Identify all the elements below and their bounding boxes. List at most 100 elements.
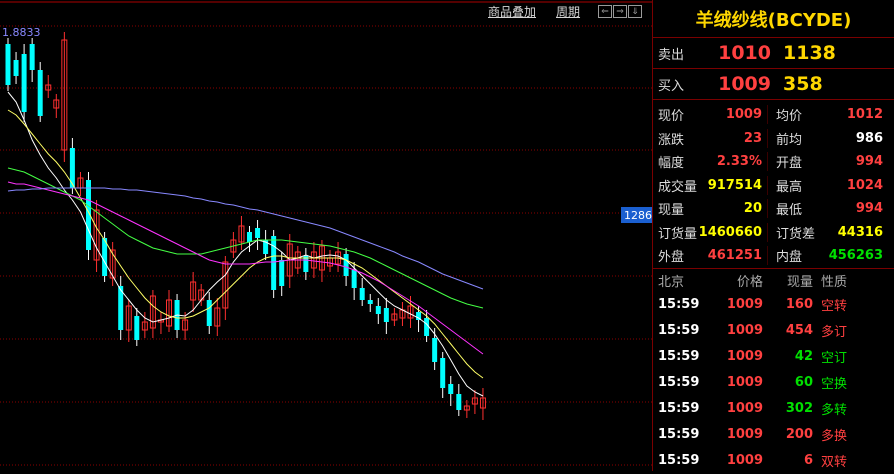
stat-label: 涨跌 [658,132,685,148]
ticks-header-time: 北京 [658,274,685,290]
tick-nature: 双转 [821,455,848,470]
stat-value: 44316 [837,224,883,240]
tick-nature: 多订 [821,325,848,340]
stat-cell: 外盘 461251 [653,246,768,266]
candle-body [247,232,252,242]
candle-body [271,236,277,290]
ticks-list: 15:59 1009 160 空转 15:59 1009 454 多订 15:59 1009 42 空… [653,292,894,474]
stat-label: 内盘 [776,250,803,266]
stat-label: 现量 [658,203,685,219]
sell-row: 卖出 1010 1138 [653,38,894,69]
stat-cell: 内盘 456263 [768,246,888,265]
candle-body [448,384,454,394]
stats-row: 现量 20 最低 994 [653,197,894,221]
stats-row: 订货量 1460660 订货差 44316 [653,221,894,245]
stat-cell: 成交量 917514 [653,175,768,195]
stats-row: 现价 1009 均价 1012 [653,103,894,127]
contract-title: 羊绒纱线(BCYDE) [653,0,894,38]
candle-body [351,270,357,288]
candle-body [134,316,140,340]
candle-body [255,228,261,238]
tick-row: 15:59 1009 454 多订 [653,318,894,344]
tick-row: 15:59 1009 42 空订 [653,344,894,370]
tick-price: 1009 [726,349,763,364]
stat-value: 2.33% [716,154,762,170]
tick-time: 15:59 [658,401,700,416]
candle-body [367,300,373,304]
tick-price: 1009 [726,297,763,312]
tick-price: 1009 [726,453,763,468]
buy-label: 买入 [658,78,685,94]
stat-value: 456263 [828,248,883,264]
candle-body [37,70,43,116]
ticks-header-price: 价格 [736,274,763,290]
stat-label: 幅度 [658,156,685,172]
candlestick-chart[interactable]: 1.8833 1286 [0,0,652,471]
tick-nature: 多换 [821,429,848,444]
stat-cell: 均价 1012 [768,105,888,124]
buy-volume: 358 [783,73,823,95]
stat-value: 20 [743,201,762,217]
candle-body [375,306,381,314]
nav-down-icon[interactable]: ⇓ [628,4,643,18]
moving-average-line [7,187,484,290]
moving-average-line [7,91,484,397]
tick-price: 1009 [726,401,763,416]
stat-value: 1460660 [698,224,762,240]
candle-body [13,60,19,76]
stat-cell: 前均 986 [768,129,888,148]
nav-buttons: ⇐ ⇒ ⇓ [598,4,643,18]
stat-cell: 订货差 44316 [768,223,888,242]
candle-body [424,318,430,336]
candle-body [440,358,446,388]
stat-value: 994 [855,201,883,217]
top-value-label: 1.8833 [2,26,41,39]
stat-cell: 最低 994 [768,199,888,218]
stats-table: 现价 1009 均价 1012 涨跌 23 前均 986 幅度 2.33% 开盘 994 成交量 9175… [653,100,894,269]
stat-value: 917514 [707,177,762,193]
tick-time: 15:59 [658,375,700,390]
stats-row: 涨跌 23 前均 986 [653,127,894,151]
tick-volume: 160 [785,297,813,312]
stat-cell: 涨跌 23 [653,128,768,148]
candle-body [5,44,11,85]
tick-row: 15:59 1009 302 多转 [653,396,894,422]
nav-right-icon[interactable]: ⇒ [613,4,628,18]
candle-body [383,308,389,322]
period-link[interactable]: 周期 [556,3,580,20]
nav-left-icon[interactable]: ⇐ [598,4,613,18]
ticks-header-nature: 性质 [821,274,848,290]
stat-label: 最高 [776,179,803,195]
sell-label: 卖出 [658,47,685,63]
stat-label: 最低 [776,203,803,219]
stat-value: 986 [855,130,883,146]
stats-row: 外盘 461251 内盘 456263 [653,244,894,268]
tick-nature: 多转 [821,403,848,418]
stat-value: 461251 [707,248,762,264]
stat-label: 前均 [776,132,803,148]
stat-value: 994 [855,154,883,170]
tick-row: 15:59 1009 200 多换 [653,422,894,448]
right-value-label: 1286 [624,209,652,222]
chart-canvas[interactable]: 1.8833 1286 [0,0,652,471]
tick-volume: 454 [785,323,813,338]
overlay-commodity-link[interactable]: 商品叠加 [488,3,536,20]
quote-panel: 羊绒纱线(BCYDE) 卖出 1010 1138 买入 1009 358 现价 1… [652,0,894,471]
tick-volume: 200 [785,427,813,442]
candle-body [359,288,365,300]
tick-price: 1009 [726,427,763,442]
candle-body [279,260,285,286]
stat-cell: 最高 1024 [768,176,888,195]
tick-nature: 空转 [821,299,848,314]
stat-cell: 现量 20 [653,199,768,219]
tick-time: 15:59 [658,297,700,312]
ticks-header-volume: 现量 [786,274,813,290]
tick-time: 15:59 [658,323,700,338]
tick-row: 15:59 1009 6 双转 [653,448,894,474]
tick-volume: 60 [794,375,813,390]
stat-label: 均价 [776,109,803,125]
candle-body [456,394,462,410]
tick-time: 15:59 [658,427,700,442]
tick-volume: 6 [803,453,813,468]
tick-nature: 空换 [821,377,848,392]
